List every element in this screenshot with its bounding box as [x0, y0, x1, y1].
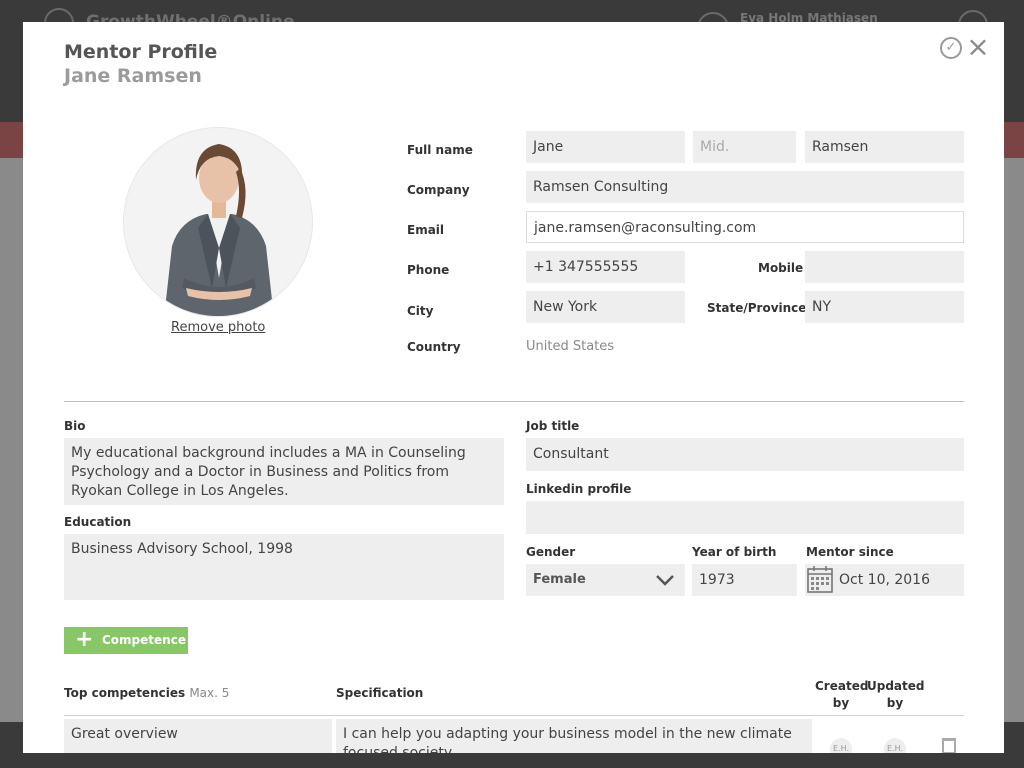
- modal-subtitle: Jane Ramsen: [64, 65, 202, 87]
- phone-input[interactable]: +1 347555555: [526, 251, 685, 283]
- table-divider: [64, 715, 964, 716]
- year-input[interactable]: 1973: [692, 564, 797, 596]
- linkedin-input[interactable]: [526, 501, 964, 534]
- education-textarea[interactable]: Business Advisory School, 1998: [64, 534, 504, 600]
- trash-icon[interactable]: [942, 738, 956, 753]
- country-value[interactable]: United States: [526, 339, 614, 354]
- first-name-input[interactable]: Jane: [526, 131, 685, 163]
- mentor-since-label: Mentor since: [806, 545, 894, 559]
- company-label: Company: [407, 183, 470, 197]
- phone-label: Phone: [407, 263, 450, 277]
- col-updated-by: Updated by: [867, 679, 925, 710]
- job-title-label: Job title: [526, 419, 580, 433]
- city-label: City: [407, 304, 434, 318]
- col-top-label: Top competencies: [64, 686, 186, 700]
- full-name-label: Full name: [407, 143, 473, 157]
- created-by-avatar: E.H.: [830, 738, 852, 753]
- mobile-label: Mobile: [758, 261, 804, 275]
- competency-input[interactable]: Great overview: [64, 719, 332, 753]
- plus-icon: +: [75, 627, 94, 652]
- specification-input[interactable]: I can help you adapting your business mo…: [336, 719, 812, 753]
- chevron-down-icon[interactable]: [655, 572, 675, 588]
- col-top-competencies: Top competencies Max. 5: [64, 686, 229, 700]
- country-label: Country: [407, 340, 461, 354]
- col-created-by: Created by: [815, 679, 869, 710]
- profile-photo: [123, 127, 313, 317]
- year-label: Year of birth: [692, 545, 777, 559]
- middle-name-input[interactable]: Mid.: [693, 131, 796, 163]
- state-label: State/Province: [707, 301, 807, 315]
- add-competence-label: Competence: [102, 633, 186, 647]
- mentor-profile-modal: Mentor Profile Jane Ramsen ✓ × Remove ph…: [23, 22, 1004, 753]
- calendar-icon[interactable]: [806, 564, 834, 594]
- section-divider: [64, 401, 964, 402]
- remove-photo-link[interactable]: Remove photo: [171, 320, 265, 335]
- bio-textarea[interactable]: My educational background includes a MA …: [64, 438, 504, 505]
- person-portrait-icon: [124, 128, 312, 316]
- education-label: Education: [64, 515, 132, 529]
- last-name-input[interactable]: Ramsen: [805, 131, 964, 163]
- check-icon[interactable]: ✓: [940, 37, 962, 59]
- company-input[interactable]: Ramsen Consulting: [526, 171, 964, 203]
- job-title-input[interactable]: Consultant: [526, 438, 964, 471]
- gender-label: Gender: [526, 545, 576, 559]
- updated-by-avatar: E.H.: [884, 738, 906, 753]
- state-input[interactable]: NY: [805, 291, 964, 323]
- mobile-input[interactable]: [805, 251, 964, 283]
- city-input[interactable]: New York: [526, 291, 685, 323]
- col-top-hint: Max. 5: [189, 686, 230, 700]
- linkedin-label: Linkedin profile: [526, 482, 632, 496]
- close-icon[interactable]: ×: [966, 33, 990, 61]
- email-input[interactable]: jane.ramsen@raconsulting.com: [526, 211, 964, 243]
- modal-title: Mentor Profile: [64, 41, 218, 63]
- bio-label: Bio: [64, 419, 86, 433]
- col-specification: Specification: [336, 686, 424, 700]
- email-label: Email: [407, 223, 445, 237]
- add-competence-button[interactable]: + Competence: [64, 627, 188, 654]
